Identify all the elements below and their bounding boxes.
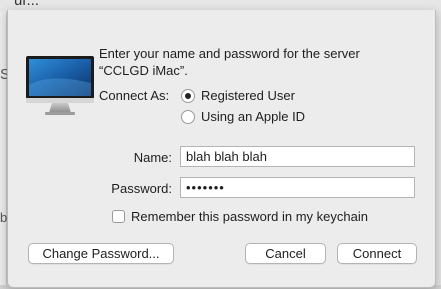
imac-icon [26,56,94,115]
connect-button[interactable]: Connect [337,243,417,264]
background-window-left-edge [0,12,7,289]
name-field[interactable]: blah blah blah [180,146,415,167]
radio-apple-id[interactable]: Using an Apple ID [181,109,305,124]
remember-password-option[interactable]: Remember this password in my keychain [112,209,368,224]
remember-password-checkbox[interactable] [112,210,125,223]
login-prompt: Enter your name and password for the ser… [99,45,419,79]
radio-label: Registered User [201,88,295,103]
cancel-button[interactable]: Cancel [245,243,326,264]
name-label: Name: [133,150,172,165]
radio-dot [185,92,191,99]
connect-as-label: Connect As: [99,88,170,103]
radio-label: Using an Apple ID [201,109,306,124]
prompt-line: Enter your name and password for the ser… [99,46,360,61]
change-password-button[interactable]: Change Password... [28,243,174,264]
background-window-title: ur... [14,0,40,9]
radio-registered-user[interactable]: Registered User [181,88,295,103]
password-field[interactable]: ••••••• [180,177,415,198]
radio-button[interactable] [181,109,195,124]
radio-button-selected[interactable] [181,88,195,103]
server-name-line: “CCLGD iMac”. [99,63,188,78]
password-label: Password: [111,181,172,196]
server-login-sheet: Enter your name and password for the ser… [7,10,436,288]
remember-password-label: Remember this password in my keychain [131,209,368,224]
